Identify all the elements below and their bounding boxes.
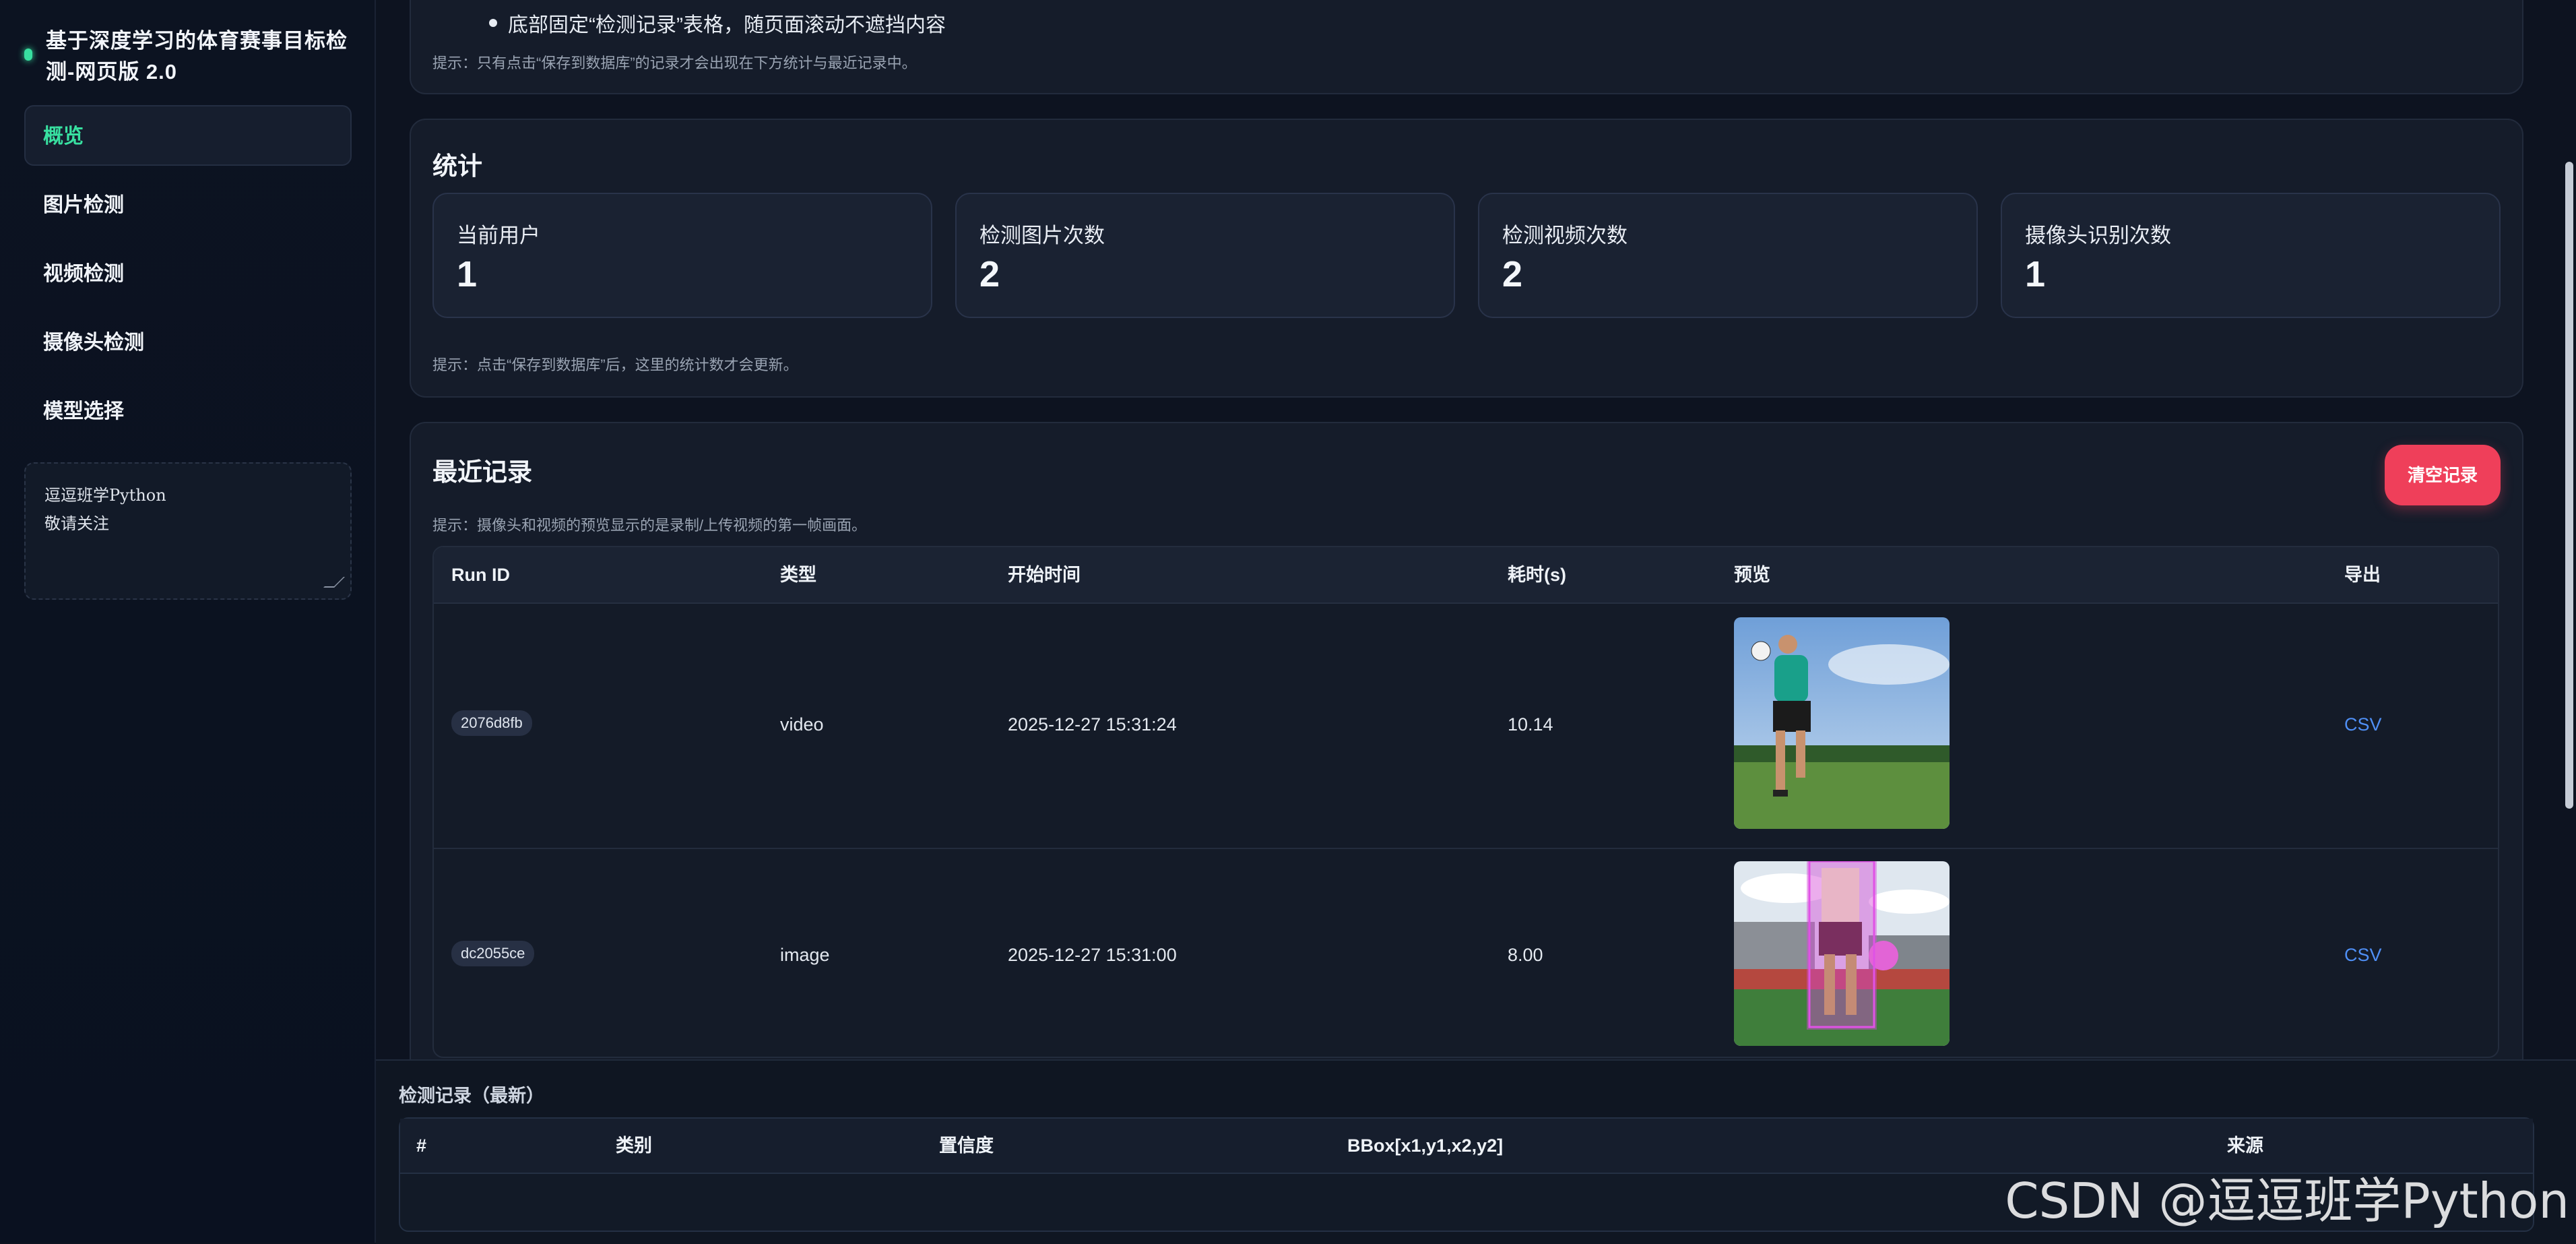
page-scrollbar[interactable] (2563, 0, 2576, 1059)
col-bbox: BBox[x1,y1,x2,y2] (1347, 1136, 1504, 1156)
export-csv-link[interactable]: CSV (2344, 714, 2382, 735)
col-class: 类别 (616, 1136, 652, 1156)
stat-card-user: 当前用户 1 (432, 193, 932, 318)
stat-label: 检测视频次数 (1502, 224, 1628, 247)
notes-line: 敬请关注 (44, 514, 109, 533)
sidebar-item-camera-detection[interactable]: 摄像头检测 (24, 311, 352, 372)
watermark: CSDN @逗逗班学Python (2005, 1173, 2569, 1229)
sidebar-item-model-select[interactable]: 模型选择 (24, 380, 352, 441)
start-time-cell: 2025-12-27 15:31:24 (1008, 714, 1177, 735)
stat-card-images: 检测图片次数 2 (955, 193, 1455, 318)
sidebar-item-overview[interactable]: 概览 (24, 105, 352, 166)
type-cell: image (780, 945, 830, 965)
stats-hint: 提示：点击“保存到数据库”后，这里的统计数才会更新。 (432, 356, 798, 373)
scrollbar-thumb[interactable] (2565, 162, 2573, 809)
start-time-cell: 2025-12-27 15:31:00 (1008, 945, 1177, 965)
duration-cell: 8.00 (1508, 945, 1543, 965)
col-index: # (416, 1136, 427, 1156)
clear-records-button[interactable]: 清空记录 (2385, 445, 2501, 505)
stat-card-videos: 检测视频次数 2 (1478, 193, 1978, 318)
duration-cell: 10.14 (1508, 714, 1553, 735)
sidebar-item-image-detection[interactable]: 图片检测 (24, 174, 352, 235)
col-start-time: 开始时间 (1008, 565, 1081, 585)
stat-value: 2 (979, 254, 1000, 294)
stat-value: 1 (2025, 254, 2046, 294)
run-id-cell: dc2055ce (451, 941, 535, 966)
sidebar-item-video-detection[interactable]: 视频检测 (24, 243, 352, 303)
recent-hint: 提示：摄像头和视频的预览显示的是录制/上传视频的第一帧画面。 (432, 517, 867, 534)
recent-table: Run ID 类型 开始时间 耗时(s) 预览 导出 2076d8fb vide… (432, 546, 2499, 1058)
notes-line: 逗逗班学Python (44, 486, 166, 505)
col-preview: 预览 (1734, 565, 1770, 585)
col-confidence: 置信度 (939, 1136, 994, 1156)
app-title: 基于深度学习的体育赛事目标检测-网页版 2.0 (46, 29, 348, 84)
run-id-cell: 2076d8fb (451, 710, 532, 736)
sidebar-nav: 概览 图片检测 视频检测 摄像头检测 模型选择 (24, 105, 352, 449)
col-export: 导出 (2344, 565, 2381, 585)
info-bullet: 底部固定“检测记录”表格，随页面滚动不遮挡内容 (489, 8, 946, 38)
video-preview-thumbnail[interactable] (1734, 617, 1950, 829)
recent-title: 最近记录 (432, 458, 532, 486)
run-id-badge: dc2055ce (451, 941, 535, 966)
col-type: 类型 (780, 565, 816, 585)
stats-title: 统计 (432, 152, 482, 180)
stat-label: 摄像头识别次数 (2025, 224, 2171, 247)
stat-card-camera: 摄像头识别次数 1 (2001, 193, 2501, 318)
notes-textarea[interactable]: 逗逗班学Python 敬请关注 (24, 462, 352, 600)
info-hint: 提示：只有点击“保存到数据库”的记录才会出现在下方统计与最近记录中。 (432, 55, 917, 71)
detections-title: 检测记录（最新） (399, 1086, 544, 1106)
preview-image-icon (1734, 617, 1950, 829)
type-cell: video (780, 714, 824, 735)
stat-label: 当前用户 (457, 224, 540, 247)
table-row: 2076d8fb video 2025-12-27 15:31:24 10.14 (434, 602, 2498, 849)
col-run-id: Run ID (451, 565, 510, 585)
col-duration: 耗时(s) (1508, 565, 1566, 585)
preview-image-icon (1734, 861, 1950, 1046)
export-csv-link[interactable]: CSV (2344, 945, 2382, 966)
image-preview-thumbnail[interactable] (1734, 861, 1950, 1046)
brand: 基于深度学习的体育赛事目标检测-网页版 2.0 (24, 26, 348, 88)
stat-value: 1 (457, 254, 478, 294)
sidebar: 基于深度学习的体育赛事目标检测-网页版 2.0 概览 图片检测 视频检测 摄像头… (0, 0, 376, 1243)
table-header: Run ID 类型 开始时间 耗时(s) 预览 导出 (434, 547, 2498, 604)
stat-value: 2 (1502, 254, 1523, 294)
resize-handle-icon[interactable] (323, 577, 345, 588)
run-id-badge: 2076d8fb (451, 710, 532, 736)
stat-label: 检测图片次数 (979, 224, 1105, 247)
table-row: dc2055ce image 2025-12-27 15:31:00 8.00 (434, 848, 2498, 1057)
status-dot-icon (24, 49, 32, 61)
